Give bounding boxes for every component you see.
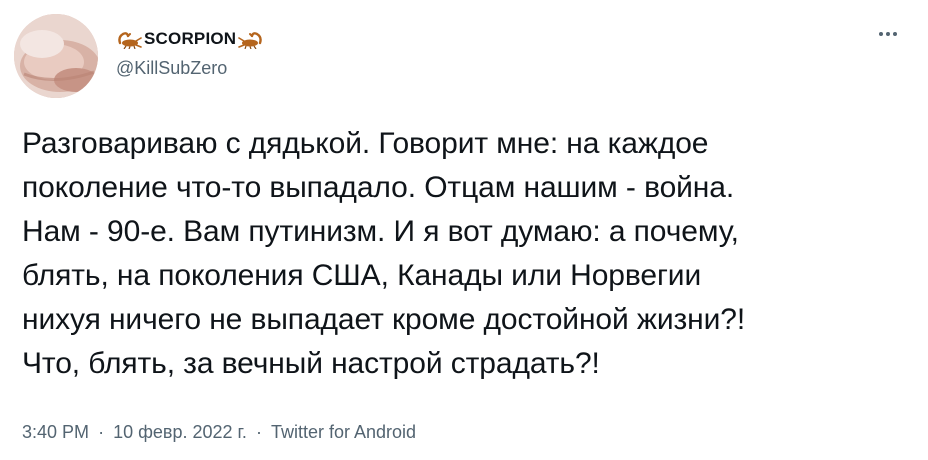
tweet-meta: 3:40 PM · 10 февр. 2022 г. · Twitter for… <box>22 420 416 444</box>
avatar-photo <box>14 14 98 98</box>
display-name-text: SCORPION <box>144 29 237 48</box>
tweet-text-line: Нам - 90-е. Вам путинизм. И я вот думаю:… <box>22 215 739 248</box>
tweet-text-line: Разговариваю с дядькой. Говорит мне: на … <box>22 127 709 160</box>
avatar[interactable] <box>14 14 98 98</box>
tweet-card: SCORPION @KillSubZero Разговариваю с дяд… <box>0 0 928 460</box>
tweet-time[interactable]: 3:40 PM <box>22 422 89 442</box>
meta-separator: · <box>98 422 105 442</box>
dot <box>893 32 897 36</box>
dot <box>886 32 890 36</box>
tweet-text-line: нихуя ничего не выпадает кроме достойной… <box>22 303 746 336</box>
meta-separator: · <box>255 422 262 442</box>
tweet-text-line: Что, блять, за вечный настрой страдать?! <box>22 347 600 380</box>
author-block: SCORPION @KillSubZero <box>116 27 264 79</box>
more-options-icon[interactable] <box>868 20 908 48</box>
tweet-source[interactable]: Twitter for Android <box>271 422 416 442</box>
dot <box>879 32 883 36</box>
tweet-date[interactable]: 10 февр. 2022 г. <box>113 422 247 442</box>
user-handle[interactable]: @KillSubZero <box>116 57 264 79</box>
display-name[interactable]: SCORPION <box>116 27 264 51</box>
scorpion-icon <box>238 32 263 49</box>
tweet-text-line: блять, на поколения США, Канады или Норв… <box>22 259 702 292</box>
tweet-text: Разговариваю с дядькой. Говорит мне: на … <box>22 122 912 386</box>
tweet-text-line: поколение что-то выпадало. Отцам нашим -… <box>22 171 735 204</box>
scorpion-icon <box>118 32 142 49</box>
